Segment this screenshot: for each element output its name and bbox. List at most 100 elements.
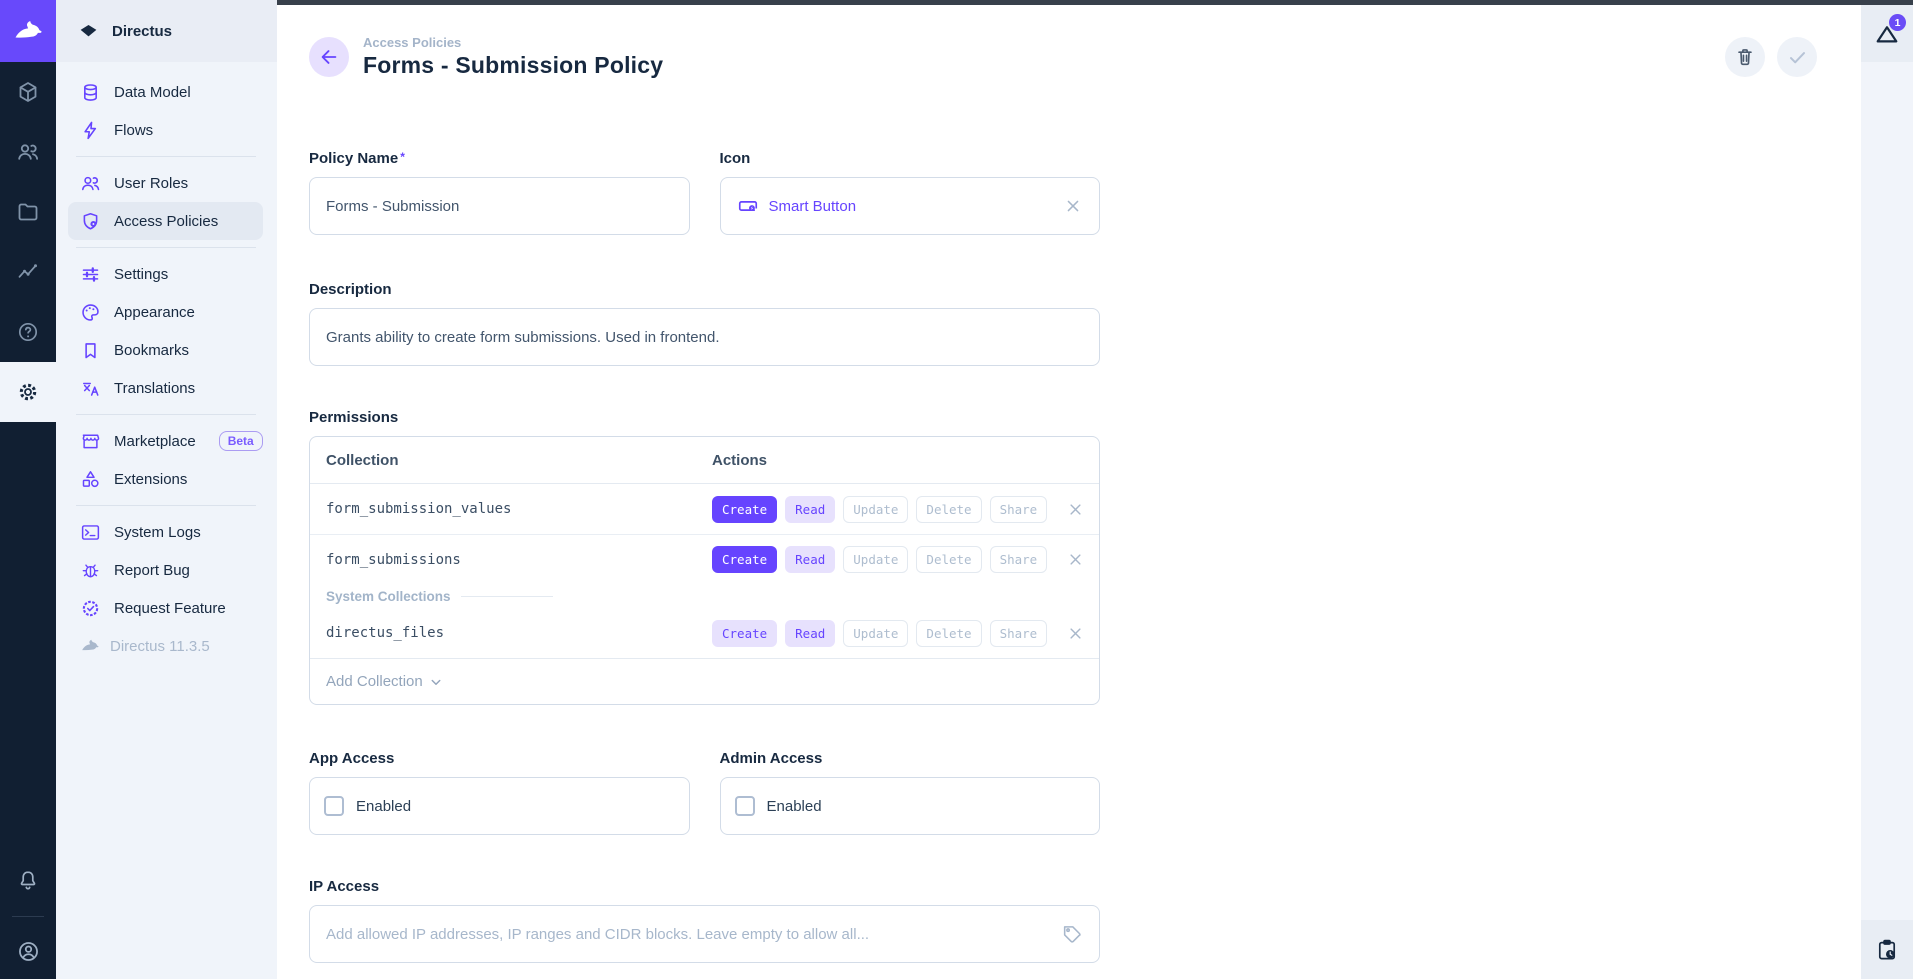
shield-badge-icon bbox=[80, 211, 101, 232]
action-read-badge[interactable]: Read bbox=[785, 620, 835, 647]
policy-name-label: Policy Name* bbox=[309, 150, 690, 167]
action-delete-badge[interactable]: Delete bbox=[916, 546, 981, 573]
project-header[interactable]: Directus bbox=[56, 0, 277, 62]
icon-clear-button[interactable] bbox=[1063, 196, 1083, 216]
revisions-panel-button[interactable] bbox=[1861, 920, 1913, 979]
translate-icon bbox=[80, 378, 101, 399]
app-access-checkbox-label[interactable]: Enabled bbox=[356, 798, 411, 815]
table-row: form_submission_values Create Read Updat… bbox=[310, 484, 1099, 534]
bookmark-icon bbox=[80, 340, 101, 361]
remove-row-button[interactable] bbox=[1066, 550, 1085, 569]
back-button[interactable] bbox=[309, 37, 349, 77]
app-access-checkbox[interactable] bbox=[324, 796, 344, 816]
action-share-badge[interactable]: Share bbox=[990, 546, 1048, 573]
cube-icon bbox=[16, 80, 40, 104]
policy-form: Policy Name* Icon Smart Button bbox=[309, 150, 1100, 963]
action-update-badge[interactable]: Update bbox=[843, 546, 908, 573]
project-diamond-icon bbox=[78, 21, 99, 42]
sidebar-item-system-logs[interactable]: System Logs bbox=[68, 513, 263, 551]
action-share-badge[interactable]: Share bbox=[990, 496, 1048, 523]
smart-button-icon bbox=[737, 195, 759, 217]
module-users[interactable] bbox=[0, 122, 56, 182]
sidebar-item-appearance[interactable]: Appearance bbox=[68, 293, 263, 331]
action-delete-badge[interactable]: Delete bbox=[916, 496, 981, 523]
people-icon bbox=[16, 140, 40, 164]
project-name: Directus bbox=[112, 23, 172, 40]
save-button[interactable] bbox=[1777, 37, 1817, 77]
terminal-icon bbox=[80, 522, 101, 543]
table-row: directus_files Create Read Update Delete… bbox=[310, 608, 1099, 658]
collection-name: directus_files bbox=[326, 625, 712, 641]
icon-label: Icon bbox=[720, 150, 1101, 167]
nav-divider bbox=[76, 505, 256, 506]
add-collection-button[interactable]: Add Collection bbox=[310, 658, 1099, 704]
description-input[interactable] bbox=[326, 329, 1083, 346]
database-icon bbox=[80, 82, 101, 103]
breadcrumb[interactable]: Access Policies bbox=[363, 35, 663, 50]
tune-icon bbox=[80, 264, 101, 285]
sidebar-item-extensions[interactable]: Extensions bbox=[68, 460, 263, 498]
notifications-panel-button[interactable]: 1 bbox=[1861, 5, 1913, 62]
sidebar-item-settings[interactable]: Settings bbox=[68, 255, 263, 293]
ip-access-label: IP Access bbox=[309, 878, 1100, 895]
chevron-down-icon bbox=[427, 673, 445, 691]
sidebar-item-translations[interactable]: Translations bbox=[68, 369, 263, 407]
nav-divider bbox=[76, 414, 256, 415]
collection-column-header: Collection bbox=[326, 452, 712, 469]
sidebar-item-request-feature[interactable]: Request Feature bbox=[68, 589, 263, 627]
sidebar-item-marketplace[interactable]: Marketplace Beta bbox=[68, 422, 263, 460]
navigation-panel: Directus Data Model Flows User Roles Acc… bbox=[56, 0, 277, 979]
tag-icon bbox=[1061, 923, 1083, 945]
folder-icon bbox=[16, 200, 40, 224]
remove-row-button[interactable] bbox=[1066, 500, 1085, 519]
sidebar-item-flows[interactable]: Flows bbox=[68, 111, 263, 149]
delete-button[interactable] bbox=[1725, 37, 1765, 77]
action-create-badge[interactable]: Create bbox=[712, 620, 777, 647]
sidebar-item-report-bug[interactable]: Report Bug bbox=[68, 551, 263, 589]
system-collections-divider: System Collections bbox=[310, 584, 1099, 608]
right-sidebar: 1 bbox=[1861, 5, 1913, 979]
close-icon bbox=[1066, 550, 1085, 569]
directus-logo[interactable] bbox=[0, 0, 56, 62]
module-files[interactable] bbox=[0, 182, 56, 242]
module-settings[interactable] bbox=[0, 362, 56, 422]
module-insights[interactable] bbox=[0, 242, 56, 302]
module-bar bbox=[0, 0, 56, 979]
rabbit-logo-icon bbox=[12, 15, 44, 47]
table-row: form_submissions Create Read Update Dele… bbox=[310, 534, 1099, 584]
module-help[interactable] bbox=[0, 302, 56, 362]
page-title: Forms - Submission Policy bbox=[363, 52, 663, 79]
action-delete-badge[interactable]: Delete bbox=[916, 620, 981, 647]
palette-icon bbox=[80, 302, 101, 323]
icon-select[interactable]: Smart Button bbox=[720, 177, 1101, 235]
action-read-badge[interactable]: Read bbox=[785, 546, 835, 573]
account-button[interactable] bbox=[0, 923, 56, 979]
admin-access-checkbox[interactable] bbox=[735, 796, 755, 816]
main-content: Access Policies Forms - Submission Polic… bbox=[277, 5, 1861, 979]
action-share-badge[interactable]: Share bbox=[990, 620, 1048, 647]
permissions-section: Permissions Collection Actions form_subm… bbox=[309, 409, 1100, 705]
sidebar-item-data-model[interactable]: Data Model bbox=[68, 73, 263, 111]
app-access-label: App Access bbox=[309, 750, 690, 767]
notifications-button[interactable] bbox=[0, 850, 56, 910]
action-create-badge[interactable]: Create bbox=[712, 546, 777, 573]
user-roles-icon bbox=[80, 173, 101, 194]
action-read-badge[interactable]: Read bbox=[785, 496, 835, 523]
icon-value: Smart Button bbox=[769, 198, 857, 215]
admin-access-checkbox-label[interactable]: Enabled bbox=[767, 798, 822, 815]
module-content[interactable] bbox=[0, 62, 56, 122]
permissions-header-row: Collection Actions bbox=[310, 437, 1099, 484]
sidebar-item-access-policies[interactable]: Access Policies bbox=[68, 202, 263, 240]
sidebar-item-user-roles[interactable]: User Roles bbox=[68, 164, 263, 202]
action-create-badge[interactable]: Create bbox=[712, 496, 777, 523]
remove-row-button[interactable] bbox=[1066, 624, 1085, 643]
version-row[interactable]: Directus 11.3.5 bbox=[56, 627, 277, 665]
sidebar-item-bookmarks[interactable]: Bookmarks bbox=[68, 331, 263, 369]
notification-count-badge: 1 bbox=[1889, 14, 1906, 31]
ip-access-input[interactable] bbox=[326, 926, 1061, 943]
action-update-badge[interactable]: Update bbox=[843, 620, 908, 647]
action-update-badge[interactable]: Update bbox=[843, 496, 908, 523]
bell-icon bbox=[16, 868, 40, 892]
feature-seal-icon bbox=[80, 598, 101, 619]
policy-name-input[interactable] bbox=[326, 198, 673, 215]
